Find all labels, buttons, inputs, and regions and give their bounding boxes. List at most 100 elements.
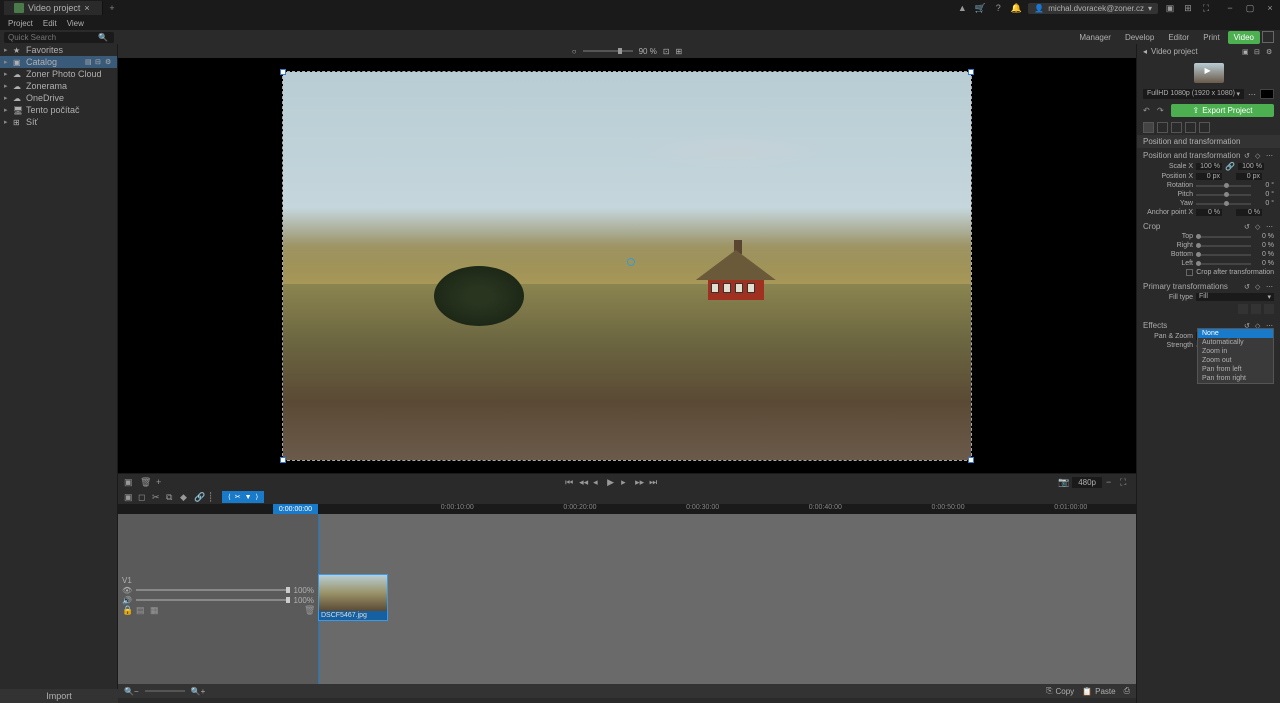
mode-print[interactable]: Print [1197,31,1225,44]
crop-reset-icon[interactable]: ↺ [1244,223,1252,231]
handle-tl[interactable] [280,69,286,75]
cut-here-icon[interactable]: ✂ [235,493,241,501]
track-opt2-icon[interactable]: ▤ [136,605,146,615]
tree-zonerama[interactable]: ▸☁Zonerama [0,80,117,92]
selection-frame[interactable] [282,71,972,461]
background-color-swatch[interactable] [1260,89,1274,99]
dd-option-panleft[interactable]: Pan from left [1198,365,1273,374]
playhead-indicator[interactable]: ⟨ ✂ ▼ ⟩ [222,491,264,503]
paste-button[interactable]: 📋Paste [1082,686,1115,696]
snap-tool-icon[interactable]: ⧉ [166,492,176,502]
pos-y-input[interactable]: 0 px [1236,173,1262,180]
goto-end-icon[interactable]: ⏭ [649,477,659,487]
mode-video[interactable]: Video [1228,31,1260,44]
maximize-button[interactable]: ▢ [1244,2,1256,14]
grid-icon[interactable]: ⊞ [676,47,683,56]
zoom-slider[interactable] [583,50,633,52]
crop-more-icon[interactable]: ⋯ [1266,223,1274,231]
center-marker-icon[interactable] [627,258,635,266]
crop-top-slider[interactable] [1196,236,1251,238]
mode-develop[interactable]: Develop [1119,31,1160,44]
tl-minus-icon[interactable]: − [1106,477,1116,487]
select-tool-icon[interactable]: ◻ [138,492,148,502]
external-icon[interactable] [1262,31,1274,43]
user-account[interactable]: 👤 michal.dvoracek@zoner.cz ▾ [1028,3,1158,14]
goto-start-icon[interactable]: ⏮ [565,477,575,487]
rp-tab-1[interactable] [1143,122,1154,133]
yaw-slider[interactable] [1196,203,1251,205]
catalog-opt2-icon[interactable]: ⊟ [95,58,103,66]
step-back-icon[interactable]: ◂ [593,477,603,487]
search-icon[interactable]: 🔍 [98,33,108,42]
tree-catalog[interactable]: ▸▣Catalog▤⊟⚙ [0,56,117,68]
step-fwd-icon[interactable]: ▸ [621,477,631,487]
dd-option-auto[interactable]: Automatically [1198,338,1273,347]
crop-after-checkbox[interactable] [1186,269,1193,276]
preview-canvas[interactable] [118,58,1136,473]
back-icon[interactable]: ◂ [1143,47,1147,56]
more-icon[interactable]: ⋯ [1266,152,1274,160]
dd-option-zoomin[interactable]: Zoom in [1198,347,1273,356]
help-icon[interactable]: ? [992,2,1004,14]
cart-icon[interactable]: 🛒 [974,2,986,14]
close-button[interactable]: × [1264,2,1276,14]
undo-icon[interactable]: ↶ [1143,106,1153,115]
link-tool-icon[interactable]: 🔗 [194,492,204,502]
track-opt3-icon[interactable]: ▦ [150,605,160,615]
marker-add-icon[interactable]: ▼ [245,494,252,501]
next-frame-icon[interactable]: ▸▸ [635,477,645,487]
reset-icon[interactable]: ↺ [1244,152,1252,160]
link-icon[interactable]: 🔗 [1225,162,1235,171]
menu-view[interactable]: View [67,19,84,28]
rotation-slider[interactable] [1196,185,1251,187]
tree-network[interactable]: ▸⊞Síť [0,116,117,128]
preview-quality-select[interactable]: 480p [1072,477,1102,488]
tree-this-pc[interactable]: ▸🖥Tento počítač [0,104,117,116]
fill-type-select[interactable]: Fill▾ [1196,293,1274,301]
resolution-select[interactable]: FullHD 1080p (1920 x 1080)▾ [1143,89,1244,99]
menu-edit[interactable]: Edit [43,19,57,28]
minimize-button[interactable]: − [1224,2,1236,14]
prim-btn3[interactable] [1264,304,1274,314]
redo-icon[interactable]: ↷ [1157,106,1167,115]
tree-onedrive[interactable]: ▸☁OneDrive [0,92,117,104]
res-settings-icon[interactable]: ⋯ [1248,90,1256,99]
prev-frame-icon[interactable]: ◂◂ [579,477,589,487]
prim-more-icon[interactable]: ⋯ [1266,283,1274,291]
dd-option-none[interactable]: None [1198,329,1273,338]
tl-zoom-out-icon[interactable]: 🔍− [124,687,139,696]
pitch-slider[interactable] [1196,194,1251,196]
time-ruler[interactable]: 0:00:10:00 0:00:20:00 0:00:30:00 0:00:40… [318,504,1136,514]
tree-favorites[interactable]: ▸★Favorites [0,44,117,56]
prim-kf-icon[interactable]: ◇ [1255,283,1263,291]
search-input[interactable] [8,33,98,42]
panel-gear-icon[interactable]: ⚙ [1266,48,1274,56]
document-tab[interactable]: Video project × [4,1,103,15]
crop-right-slider[interactable] [1196,245,1251,247]
prim-reset-icon[interactable]: ↺ [1244,283,1252,291]
panel-opt1-icon[interactable]: ▣ [1242,48,1250,56]
anchor-x-input[interactable]: 0 % [1196,209,1222,216]
play-icon[interactable]: ▶ [607,477,617,487]
export-button[interactable]: ⇪Export Project [1171,104,1274,117]
opacity-slider[interactable] [136,589,289,591]
tl-zoom-in-icon[interactable]: 🔍+ [191,687,206,696]
timeline-clip[interactable]: DSCF5467.jpg [318,574,388,621]
bracket-left-icon[interactable]: ⟨ [228,493,231,501]
add-tab-button[interactable]: + [103,3,120,13]
scale-x-input[interactable]: 100 % [1196,163,1222,170]
bell-icon[interactable]: 🔔 [1010,2,1022,14]
cursor-tool-icon[interactable]: ▣ [124,492,134,502]
handle-bl[interactable] [280,457,286,463]
catalog-opt1-icon[interactable]: ▤ [85,58,93,66]
project-thumbnail[interactable] [1194,63,1224,83]
tl-add-icon[interactable]: + [156,477,166,487]
close-tab-button[interactable]: × [84,3,92,13]
bracket-right-icon[interactable]: ⟩ [256,493,259,501]
track-delete-icon[interactable]: 🗑 [304,605,314,615]
anchor-y-input[interactable]: 0 % [1236,209,1262,216]
notification-icon[interactable]: ▲ [956,2,968,14]
dd-option-zoomout[interactable]: Zoom out [1198,356,1273,365]
layout2-icon[interactable]: ⊞ [1182,2,1194,14]
track-body[interactable]: DSCF5467.jpg [318,574,1136,620]
